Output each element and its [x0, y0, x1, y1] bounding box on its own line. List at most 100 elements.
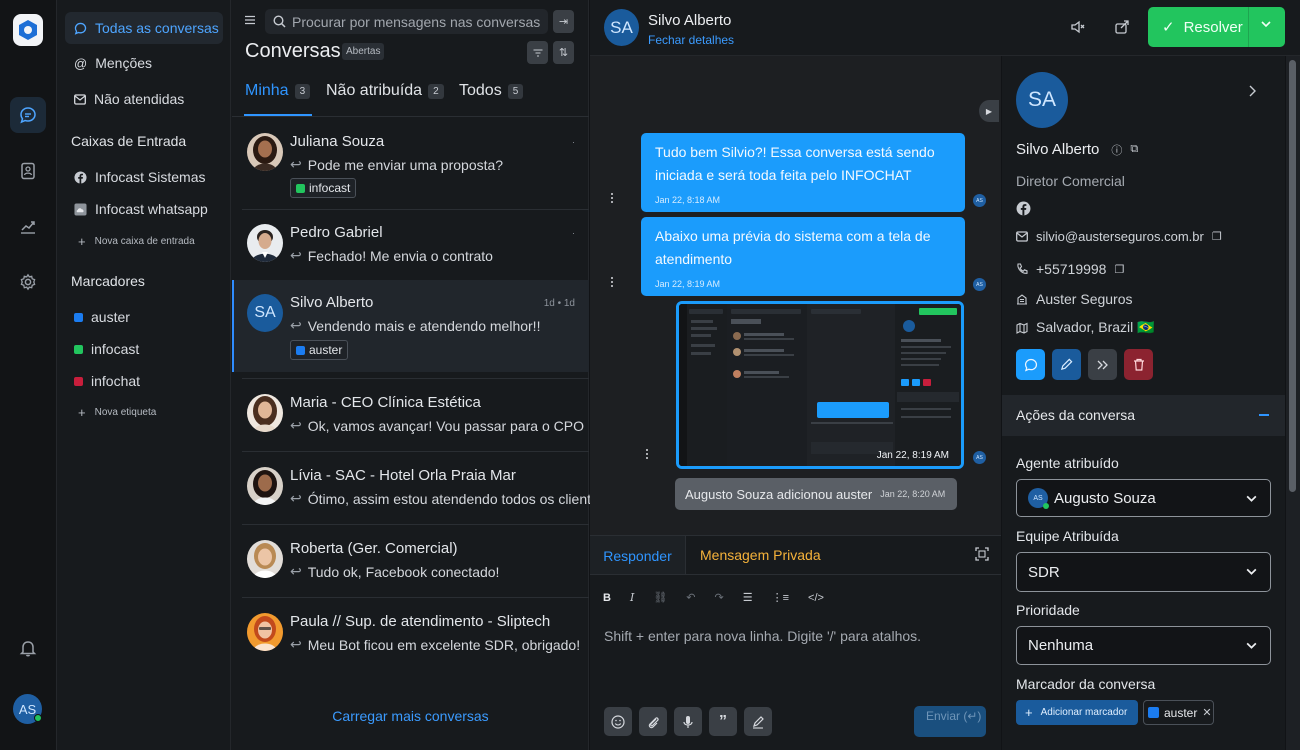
- tab-mine[interactable]: Minha 3: [245, 82, 311, 100]
- new-message-button[interactable]: [1016, 349, 1045, 380]
- search-input[interactable]: Procurar por mensagens nas conversas: [265, 9, 548, 34]
- conversation-item-selected[interactable]: SA Silvo Alberto ↩ Vendendo mais e atende…: [232, 280, 589, 372]
- expand-panel-toggle[interactable]: ▶: [979, 100, 999, 122]
- attachment-paperclip-icon[interactable]: [639, 707, 667, 736]
- tab-label: Não atribuída: [326, 82, 423, 99]
- tab-private-note[interactable]: Mensagem Privada: [700, 547, 821, 563]
- contacts-nav-icon[interactable]: [10, 153, 46, 189]
- reports-nav-icon[interactable]: [10, 208, 46, 244]
- code-icon[interactable]: </>: [808, 592, 824, 604]
- conversation-actions-header[interactable]: Ações da conversa: [1002, 395, 1285, 436]
- conversation-item[interactable]: Maria - CEO Clínica Estética ↩ Ok, vamos …: [232, 380, 589, 452]
- tab-label: Minha: [245, 82, 289, 99]
- undo-icon[interactable]: ↶: [686, 591, 695, 604]
- facebook-icon[interactable]: [1016, 201, 1031, 216]
- merge-contact-button[interactable]: [1088, 349, 1117, 380]
- chevron-down-icon[interactable]: [1260, 18, 1272, 30]
- chat-bubble-icon: [1024, 358, 1037, 372]
- details-scrollbar-track[interactable]: [1286, 56, 1300, 750]
- sidebar-item-unattended[interactable]: Não atendidas: [65, 83, 223, 115]
- sort-icon[interactable]: ⇅: [553, 41, 574, 64]
- conversation-item[interactable]: Pedro Gabriel ↩ Fechado! Me envia o contr…: [232, 210, 589, 282]
- info-icon[interactable]: ⓘ: [1111, 142, 1122, 158]
- collapse-sidebar-icon[interactable]: ⇥: [553, 10, 574, 33]
- microphone-icon[interactable]: [674, 707, 702, 736]
- sidebar-inbox-infocast-whatsapp[interactable]: Infocast whatsapp: [65, 193, 223, 225]
- add-label-button[interactable]: + Nova etiqueta: [78, 405, 156, 420]
- primary-nav-rail: AS: [0, 0, 57, 750]
- sidebar-label-infochat[interactable]: infochat: [65, 365, 223, 397]
- conversation-item[interactable]: Roberta (Ger. Comercial) ↩ Tudo ok, Faceb…: [232, 526, 589, 598]
- tab-all[interactable]: Todos 5: [459, 82, 524, 100]
- collapse-minus-icon[interactable]: [1259, 414, 1269, 416]
- italic-icon[interactable]: I: [630, 591, 634, 604]
- message-options-icon[interactable]: [610, 277, 614, 287]
- expand-composer-icon[interactable]: [975, 547, 989, 561]
- search-icon: [273, 15, 286, 28]
- resolve-button[interactable]: ✓ Resolver: [1148, 7, 1285, 47]
- image-attachment[interactable]: Jan 22, 8:19 AM: [676, 301, 964, 469]
- signature-pen-icon[interactable]: [744, 707, 772, 736]
- remove-tag-icon[interactable]: ✕: [1202, 706, 1211, 719]
- app-logo[interactable]: [13, 14, 43, 46]
- bold-icon[interactable]: B: [603, 592, 611, 604]
- sidebar-label-infocast[interactable]: infocast: [65, 333, 223, 365]
- details-email-row: silvio@austerseguros.com.br ❐: [1016, 229, 1222, 244]
- sidebar-item-all-conversations[interactable]: Todas as conversas: [65, 12, 223, 44]
- message-input[interactable]: Shift + enter para nova linha. Digite '/…: [604, 628, 921, 644]
- quote-icon[interactable]: ”: [709, 707, 737, 736]
- emoji-icon[interactable]: [604, 707, 632, 736]
- conversations-nav-icon[interactable]: [10, 97, 46, 133]
- priority-label: Prioridade: [1016, 602, 1080, 618]
- chevron-down-icon: [1246, 568, 1257, 575]
- edit-contact-button[interactable]: [1052, 349, 1081, 380]
- resolve-label: Resolver: [1183, 18, 1243, 36]
- last-message-text: Ótimo, assim estou atendendo todos os cl…: [307, 490, 606, 507]
- sidebar-inbox-infocast-sistemas[interactable]: Infocast Sistemas: [65, 161, 223, 193]
- details-scrollbar-thumb[interactable]: [1289, 60, 1296, 492]
- message-options-icon[interactable]: [645, 449, 649, 459]
- conversation-item[interactable]: Lívia - SAC - Hotel Orla Praia Mar ↩ Ótim…: [232, 453, 606, 525]
- bullet-list-icon[interactable]: ☰: [743, 591, 753, 604]
- external-link-icon[interactable]: ⧉: [1130, 143, 1138, 156]
- add-inbox-button[interactable]: + Nova caixa de entrada: [78, 234, 195, 249]
- link-icon[interactable]: ⛓: [653, 591, 667, 604]
- sidebar-item-mentions[interactable]: @ Menções: [65, 47, 223, 79]
- status-badge[interactable]: Abertas: [342, 43, 385, 60]
- contact-avatar[interactable]: SA: [604, 9, 639, 46]
- tag-chip[interactable]: auster ✕: [1143, 700, 1214, 725]
- settings-gear-icon[interactable]: [10, 264, 46, 300]
- hamburger-menu-icon[interactable]: [244, 14, 256, 26]
- redo-icon[interactable]: ↷: [715, 591, 724, 604]
- add-label-label: Nova etiqueta: [94, 407, 157, 418]
- details-phone[interactable]: +55719998: [1036, 261, 1106, 277]
- copy-icon[interactable]: ❐: [1114, 263, 1124, 276]
- load-more-button[interactable]: Carregar mais conversas: [232, 708, 589, 724]
- delete-contact-button[interactable]: [1124, 349, 1153, 380]
- contact-name: Juliana Souza: [290, 133, 385, 150]
- tab-reply[interactable]: Responder: [590, 536, 686, 575]
- sender-initials: AS: [976, 454, 983, 461]
- priority-select[interactable]: Nenhuma: [1016, 626, 1271, 665]
- mute-icon[interactable]: [1070, 19, 1086, 35]
- message-options-icon[interactable]: [610, 193, 614, 203]
- notifications-bell-icon[interactable]: [10, 630, 46, 666]
- assigned-team-select[interactable]: SDR: [1016, 552, 1271, 592]
- filter-icon[interactable]: [527, 41, 548, 64]
- conversation-label: infocast: [290, 178, 357, 198]
- reply-arrow-icon: ↩: [290, 636, 302, 652]
- send-button[interactable]: Enviar (↵): [914, 706, 986, 737]
- assigned-agent-select[interactable]: AS Augusto Souza: [1016, 479, 1271, 517]
- conversation-item[interactable]: Paula // Sup. de atendimento - Sliptech …: [232, 599, 589, 671]
- conversation-item[interactable]: Juliana Souza ↩ Pode me enviar uma propos…: [232, 119, 589, 209]
- close-details-link[interactable]: Fechar detalhes: [648, 33, 734, 47]
- tab-unassigned[interactable]: Não atribuída 2: [326, 82, 444, 100]
- transcript-export-icon[interactable]: [1114, 19, 1130, 35]
- plus-icon: +: [1025, 705, 1033, 720]
- add-tag-button[interactable]: + Adicionar marcador: [1016, 700, 1138, 725]
- sidebar-label-auster[interactable]: auster: [65, 301, 223, 333]
- details-email[interactable]: silvio@austerseguros.com.br: [1036, 229, 1204, 244]
- chevron-right-icon[interactable]: [1247, 84, 1257, 98]
- numbered-list-icon[interactable]: ⋮≡: [772, 591, 789, 604]
- copy-icon[interactable]: ❐: [1212, 230, 1222, 243]
